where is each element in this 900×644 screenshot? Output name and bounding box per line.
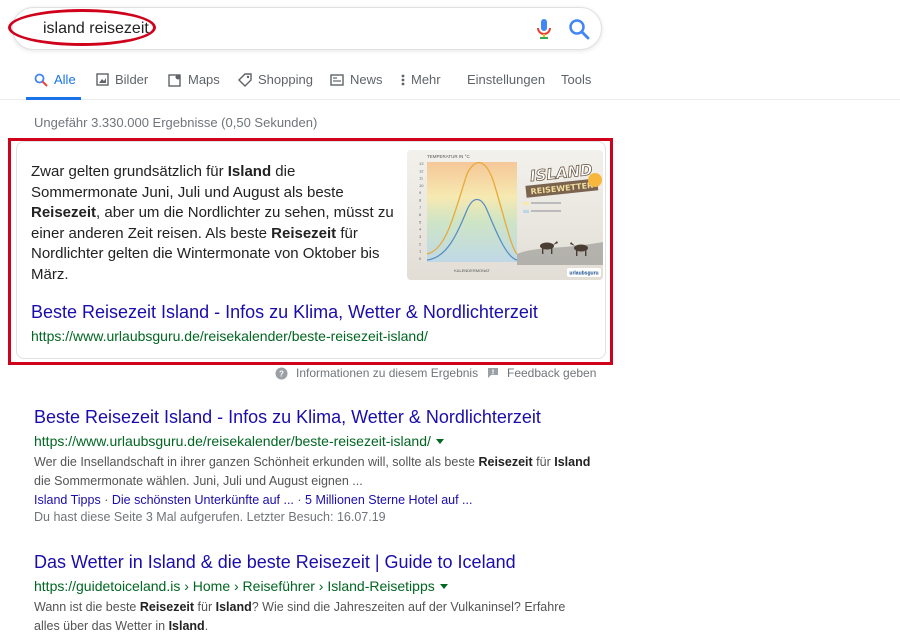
tab-label: Bilder xyxy=(115,72,149,87)
newspaper-icon xyxy=(330,73,344,86)
microphone-icon[interactable] xyxy=(534,18,554,40)
snippet-highlight-annotation xyxy=(8,138,613,365)
result-title-link[interactable]: Beste Reisezeit Island - Infos zu Klima,… xyxy=(34,407,594,428)
result-description: Wer die Insellandschaft in ihrer ganzen … xyxy=(34,453,594,491)
tab-label: Maps xyxy=(188,72,220,87)
result-url: https://guidetoiceland.is › Home › Reise… xyxy=(34,578,594,594)
sitelink[interactable]: Island Tipps xyxy=(34,493,101,507)
bold-keyword: Reisezeit xyxy=(139,600,195,614)
caret-down-icon[interactable] xyxy=(435,438,444,444)
tab-einstellungen[interactable]: Einstellungen xyxy=(467,72,545,87)
map-icon xyxy=(168,73,181,87)
tab-label: Alle xyxy=(54,72,76,87)
result-description: Wann ist die beste Reisezeit für Island?… xyxy=(34,598,594,636)
tab-mehr[interactable]: Mehr xyxy=(401,72,441,87)
result-url-text: https://guidetoiceland.is › Home › Reise… xyxy=(34,578,435,594)
bold-keyword: Island xyxy=(554,455,591,469)
bold-keyword: Reisezeit xyxy=(478,455,533,469)
svg-text:?: ? xyxy=(279,369,284,378)
about-result-link[interactable]: ? Informationen zu diesem Ergebnis xyxy=(275,366,478,380)
result-url: https://www.urlaubsguru.de/reisekalender… xyxy=(34,433,594,449)
result-sitelinks: Island Tipps · Die schönsten Unterkünfte… xyxy=(34,493,594,507)
text-run: für xyxy=(194,600,216,614)
separator: · xyxy=(297,493,306,507)
text-run: für xyxy=(532,455,555,469)
feedback-icon xyxy=(488,368,498,378)
about-result-label: Informationen zu diesem Ergebnis xyxy=(296,366,479,380)
tab-label: Shopping xyxy=(258,72,313,87)
active-tab-indicator xyxy=(26,97,81,100)
tab-news[interactable]: News xyxy=(330,72,383,87)
result-url-text: https://www.urlaubsguru.de/reisekalender… xyxy=(34,433,431,449)
feedback-label: Feedback geben xyxy=(507,366,597,380)
text-run: . xyxy=(204,619,209,633)
search-tabs: Alle Bilder Maps Shopping News Mehr Eins… xyxy=(0,62,900,100)
tab-label: Tools xyxy=(561,72,592,87)
tab-shopping[interactable]: Shopping xyxy=(238,72,313,87)
query-highlight-annotation xyxy=(8,9,156,46)
text-run: Wer die Insellandschaft in ihrer ganzen … xyxy=(34,455,479,469)
separator: · xyxy=(104,493,112,507)
tab-label: Mehr xyxy=(411,72,441,87)
help-icon: ? xyxy=(275,367,288,379)
tab-bilder[interactable]: Bilder xyxy=(96,72,148,87)
image-icon xyxy=(96,73,109,86)
tab-tools[interactable]: Tools xyxy=(561,72,591,87)
visited-note: Du hast diese Seite 3 Mal aufgerufen. Le… xyxy=(34,510,386,524)
tag-icon xyxy=(238,72,252,87)
search-result: Beste Reisezeit Island - Infos zu Klima,… xyxy=(34,407,594,524)
text-run: die Sommermonate wählen. Juni, Juli und … xyxy=(34,474,363,488)
feedback-link[interactable]: Feedback geben xyxy=(487,366,596,380)
tab-alle[interactable]: Alle xyxy=(34,72,76,87)
more-vert-icon xyxy=(401,74,405,85)
result-stats: Ungefähr 3.330.000 Ergebnisse (0,50 Seku… xyxy=(34,115,318,130)
bold-keyword: Island xyxy=(215,600,252,614)
result-title-link[interactable]: Das Wetter in Island & die beste Reiseze… xyxy=(34,552,594,573)
sitelink[interactable]: 5 Millionen Sterne Hotel auf ... xyxy=(305,493,472,507)
search-icon xyxy=(34,73,48,87)
tab-label: Einstellungen xyxy=(467,72,546,87)
tab-label: News xyxy=(350,72,383,87)
sitelink[interactable]: Die schönsten Unterkünfte auf ... xyxy=(112,493,294,507)
search-icon[interactable] xyxy=(568,18,590,40)
bold-keyword: Island xyxy=(168,619,205,633)
caret-down-icon[interactable] xyxy=(439,583,448,589)
search-result: Das Wetter in Island & die beste Reiseze… xyxy=(34,552,594,636)
tab-maps[interactable]: Maps xyxy=(168,72,220,87)
text-run: Wann ist die beste xyxy=(34,600,140,614)
